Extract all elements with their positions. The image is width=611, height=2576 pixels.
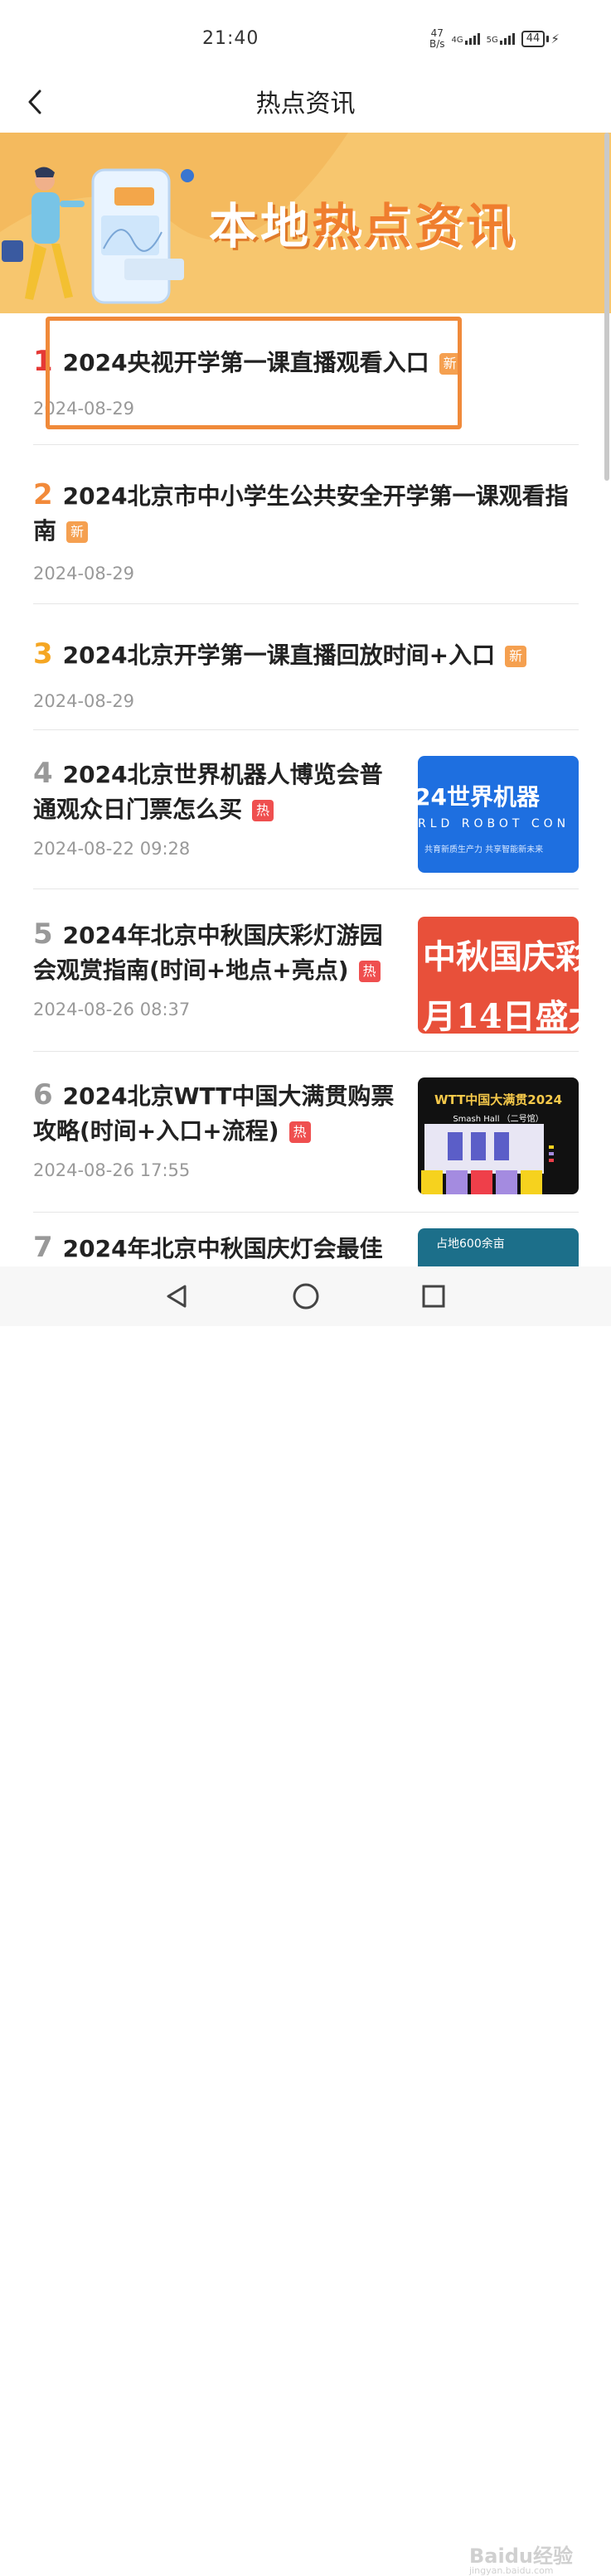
hot-badge: 热	[252, 800, 274, 821]
nav-recent-button[interactable]	[417, 1280, 450, 1313]
new-badge: 新	[439, 353, 461, 375]
rank-number: 3	[33, 637, 53, 671]
news-title: 2024央视开学第一课直播观看入口	[62, 349, 429, 376]
divider	[33, 603, 579, 604]
rank-number: 6	[33, 1078, 53, 1111]
scrollbar[interactable]	[604, 133, 609, 481]
news-title: 2024年北京中秋国庆彩灯游园会观赏指南(时间+地点+亮点)	[33, 922, 383, 984]
news-date: 2024-08-29	[33, 564, 135, 583]
divider	[33, 444, 579, 445]
nav-back-button[interactable]	[162, 1280, 195, 1313]
news-thumbnail[interactable]: WTT中国大满贯2024 Smash Hall （二号馆）	[418, 1077, 579, 1194]
news-thumbnail[interactable]: 中秋国庆彩 月14日盛大	[418, 917, 579, 1034]
venue-seat-map	[421, 1124, 554, 1194]
square-recent-icon	[422, 1285, 445, 1308]
news-date: 2024-08-29	[33, 691, 135, 711]
header: 热点资讯	[0, 75, 611, 133]
news-title: 2024年北京中秋国庆灯会最佳	[62, 1235, 383, 1262]
news-thumbnail[interactable]: 24世界机器 RLD ROBOT CON 共育新质生产力 共享智能新未来	[418, 756, 579, 873]
hot-badge: 热	[289, 1121, 311, 1143]
rank-number: 5	[33, 918, 53, 951]
news-item-3[interactable]: 3 2024北京开学第一课直播回放时间+入口新 2024-08-29	[33, 637, 579, 711]
news-item-1[interactable]: 1 2024央视开学第一课直播观看入口新 2024-08-29	[33, 344, 579, 419]
baidu-watermark: Baidu经验 jingyan.baidu.com	[469, 2545, 573, 2576]
news-title: 2024北京市中小学生公共安全开学第一课观看指南	[33, 482, 569, 545]
signal-5g-icon: 5G	[487, 33, 515, 45]
status-bar: 21:40 47 B/s 4G 5G 44 ⚡	[0, 0, 611, 75]
page-title: 热点资讯	[255, 90, 356, 119]
rank-number: 2	[33, 478, 53, 511]
news-thumbnail[interactable]: 占地600余亩	[418, 1228, 579, 1266]
status-time: 21:40	[202, 28, 259, 49]
circle-home-icon	[293, 1283, 319, 1310]
news-item-7[interactable]: 7 2024年北京中秋国庆灯会最佳 占地600余亩	[33, 1228, 579, 1266]
news-date: 2024-08-29	[33, 399, 135, 419]
news-item-5[interactable]: 5 2024年北京中秋国庆彩灯游园会观赏指南(时间+地点+亮点) 热 2024-08…	[33, 917, 579, 1034]
banner[interactable]: 本地热点资讯	[0, 133, 611, 313]
navigation-bar: Baidu经验 jingyan.baidu.com	[0, 1266, 611, 2576]
news-title: 2024北京世界机器人博览会普通观众日门票怎么买	[33, 761, 383, 823]
divider	[33, 1051, 579, 1052]
divider	[33, 1212, 579, 1213]
nav-home-button[interactable]	[289, 1280, 322, 1313]
status-indicators: 47 B/s 4G 5G 44 ⚡	[429, 28, 560, 50]
signal-4g-icon: 4G	[452, 33, 480, 45]
rank-number: 7	[33, 1231, 53, 1264]
new-badge: 新	[505, 646, 527, 667]
new-badge: 新	[66, 521, 89, 543]
news-item-4[interactable]: 4 2024北京世界机器人博览会普通观众日门票怎么买热 2024-08-22 09…	[33, 756, 579, 874]
banner-title: 本地热点资讯	[209, 198, 518, 254]
news-title: 2024北京开学第一课直播回放时间+入口	[62, 642, 496, 669]
news-item-2[interactable]: 2 2024北京市中小学生公共安全开学第一课观看指南新 2024-08-29	[33, 477, 579, 583]
hot-badge: 热	[358, 961, 381, 982]
battery-icon: 44 ⚡	[521, 31, 560, 47]
news-item-6[interactable]: 6 2024北京WTT中国大满贯购票攻略(时间+入口+流程) 热 2024-08-2…	[33, 1077, 579, 1195]
network-speed: 47 B/s	[429, 27, 445, 50]
rank-number: 1	[33, 345, 53, 378]
triangle-back-icon	[167, 1285, 187, 1308]
divider	[33, 729, 579, 730]
rank-number: 4	[33, 757, 53, 790]
news-title: 2024北京WTT中国大满贯购票攻略(时间+入口+流程)	[33, 1082, 395, 1145]
charging-icon: ⚡	[550, 31, 560, 46]
